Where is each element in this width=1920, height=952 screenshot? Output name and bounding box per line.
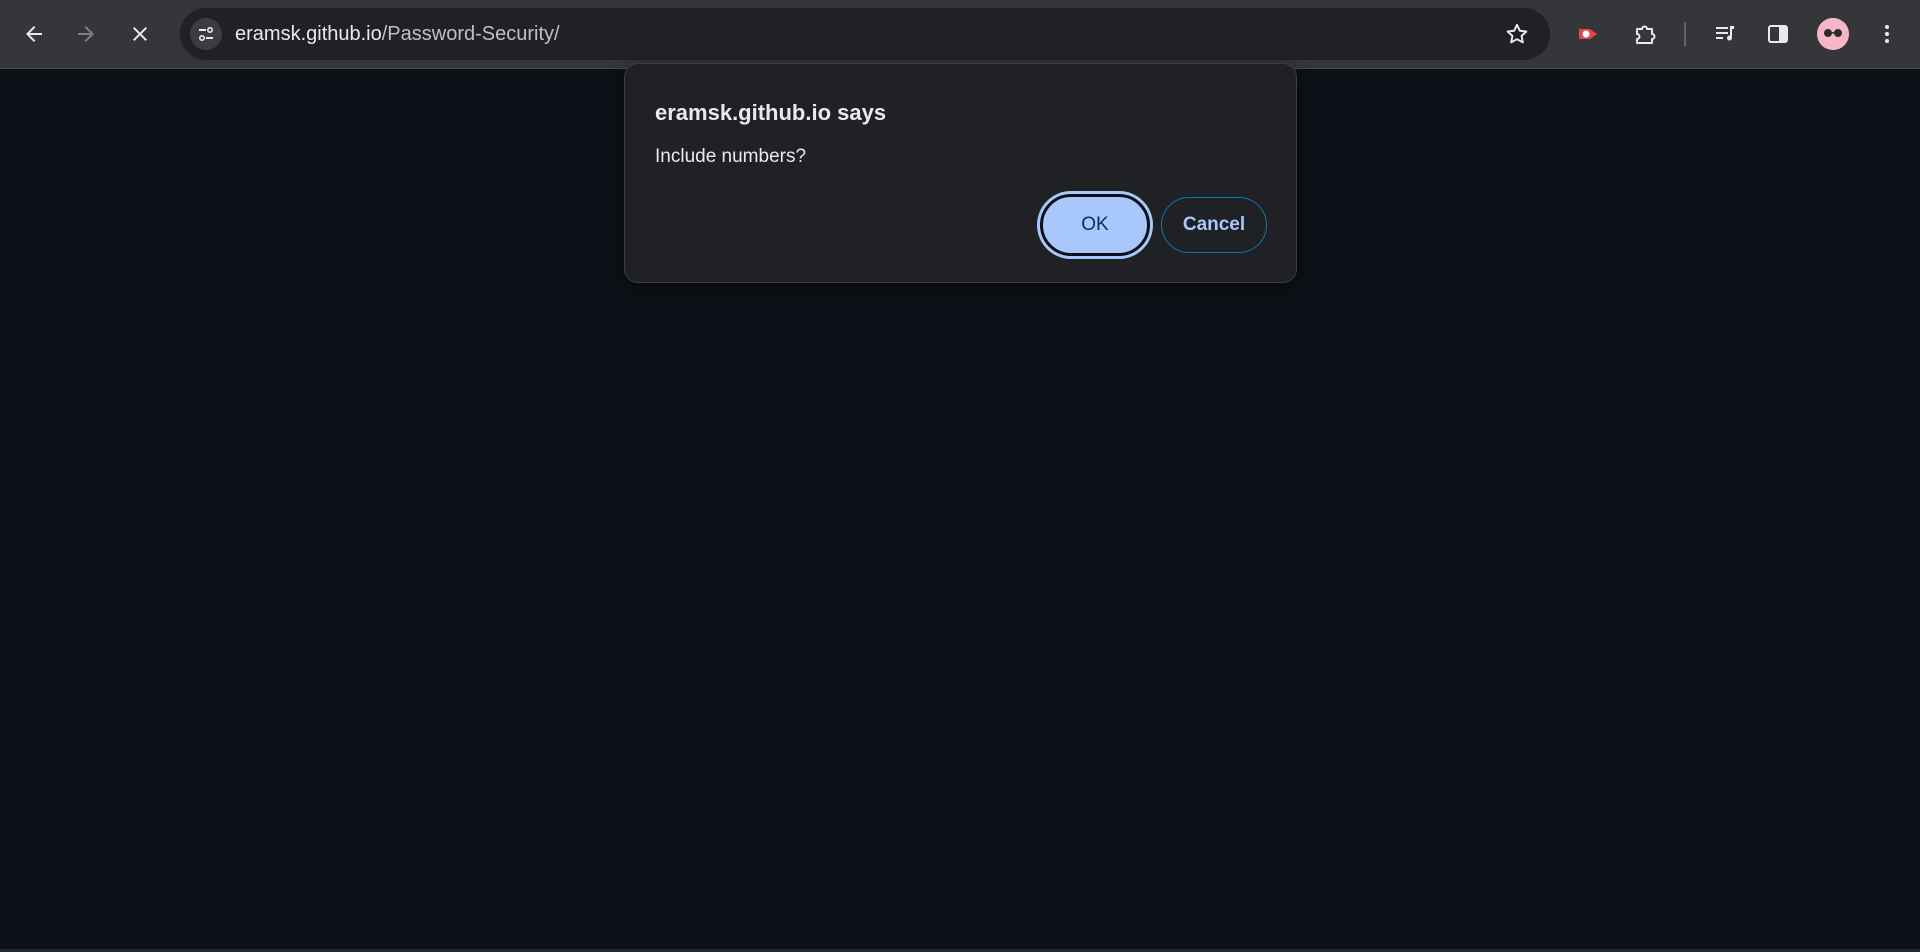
- forward-button[interactable]: [66, 14, 106, 54]
- arrow-right-icon: [78, 26, 94, 42]
- close-icon: [133, 27, 147, 41]
- tune-icon: [198, 26, 214, 42]
- side-panel-icon: [1768, 25, 1788, 43]
- star-icon[interactable]: [1504, 21, 1530, 47]
- avatar[interactable]: [1817, 18, 1849, 50]
- url-text[interactable]: eramsk.github.io/Password-Security/: [235, 23, 560, 45]
- toolbar-divider: [1684, 22, 1686, 46]
- puzzle-icon: [1636, 25, 1656, 44]
- extension-button[interactable]: [1570, 16, 1606, 52]
- browser-toolbar: eramsk.github.io/Password-Security/: [0, 0, 1920, 69]
- back-button[interactable]: [14, 14, 54, 54]
- alert-dialog: eramsk.github.io says Include numbers? O…: [624, 63, 1297, 283]
- video-record-extension-icon: [1579, 29, 1597, 39]
- site-info-button[interactable]: [190, 18, 222, 50]
- stop-loading-button[interactable]: [120, 14, 160, 54]
- media-button[interactable]: [1707, 16, 1743, 52]
- dialog-message: Include numbers?: [655, 146, 807, 167]
- cancel-button[interactable]: Cancel: [1161, 197, 1267, 253]
- side-panel-button[interactable]: [1760, 16, 1796, 52]
- extensions-button[interactable]: [1627, 16, 1663, 52]
- url-host: eramsk.github.io: [235, 23, 382, 45]
- arrow-left-icon: [26, 26, 42, 42]
- ok-button[interactable]: OK: [1040, 194, 1150, 256]
- media-queue-icon: [1716, 26, 1734, 41]
- more-vert-icon: [1885, 25, 1889, 43]
- menu-button[interactable]: [1869, 16, 1905, 52]
- url-path: /Password-Security/: [381, 23, 560, 45]
- address-bar[interactable]: eramsk.github.io/Password-Security/: [180, 8, 1550, 60]
- profile-avatar-icon: [1817, 18, 1849, 50]
- dialog-title: eramsk.github.io says: [655, 100, 887, 125]
